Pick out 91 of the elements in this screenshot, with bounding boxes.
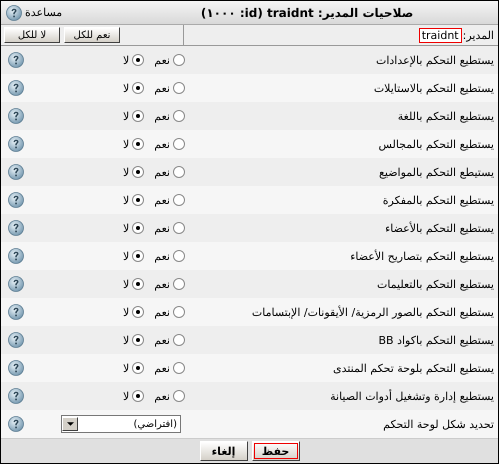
permission-label: يستطيع التحكم بالمفكرة [382,194,495,206]
set-all-button[interactable]: لا للكل [4,27,60,43]
radio-button[interactable] [132,138,144,150]
radio-button[interactable] [132,334,144,346]
radio-button[interactable] [132,194,144,206]
radio-button[interactable] [173,194,185,206]
help-icon[interactable] [8,332,24,348]
help-icon[interactable] [8,136,24,152]
option-label: لا [123,54,130,66]
radio-button[interactable] [173,222,185,234]
help-icon[interactable] [8,164,24,180]
help-icon[interactable] [8,80,24,96]
option-label: لا [123,278,130,290]
radio-button[interactable] [132,250,144,262]
permission-label: يستطيع إدارة وتشغيل أدوات الصيانة [329,390,495,402]
help-icon[interactable] [6,4,22,20]
option-label: نعم [154,110,170,122]
option-label: نعم [154,222,170,234]
radio-button[interactable] [173,390,185,402]
option-label: نعم [154,390,170,402]
option-label: لا [123,390,130,402]
option-label: لا [123,166,130,178]
window-title: صلاحيات المدير: traidnt (id: ١٠٠٠) [200,6,414,20]
permission-label: يستطيع التحكم باكواد BB [378,334,495,346]
permission-label: يستطيع التحكم باللغة [396,110,495,122]
option-label: لا [123,194,130,206]
radio-button[interactable] [173,54,185,66]
permission-label: يستطيع التحكم بلوحة تحكم المنتدى [332,362,495,374]
radio-button[interactable] [132,222,144,234]
option-label: نعم [154,54,170,66]
permission-label: يستطيع التحكم بتصاريح الأعضاء [349,250,495,262]
help-link[interactable]: مساعدة [25,6,62,19]
help-icon[interactable] [8,276,24,292]
permission-label: يستيطع التحكم بالمواضيع [378,166,495,178]
option-label: نعم [154,362,170,374]
option-label: لا [123,334,130,346]
caret-icon [66,422,74,426]
permission-label: تحديد شكل لوحة التحكم [382,418,495,430]
radio-button[interactable] [173,278,185,290]
radio-button[interactable] [173,82,185,94]
radio-button[interactable] [173,250,185,262]
permission-label: يستطيع التحكم بالصور الرمزية/ الأيقونات/ الإبتسامات [250,306,495,318]
option-label: نعم [154,82,170,94]
radio-button[interactable] [132,362,144,374]
save-button[interactable]: حفظ [252,441,300,461]
help-icon[interactable] [8,52,24,68]
option-label: لا [123,138,130,150]
radio-button[interactable] [132,166,144,178]
cancel-button[interactable]: إلغاء [200,441,248,461]
option-label: لا [123,306,130,318]
option-label: لا [123,362,130,374]
permission-label: يستطيع التحكم بالمجالس [377,138,495,150]
radio-button[interactable] [132,306,144,318]
radio-button[interactable] [173,362,185,374]
radio-button[interactable] [173,110,185,122]
radio-button[interactable] [132,54,144,66]
option-label: نعم [154,306,170,318]
permission-label: يستطيع التحكم بالتعليمات [376,278,495,290]
help-icon[interactable] [8,108,24,124]
set-all-button[interactable]: نعم للكل [64,27,120,43]
radio-button[interactable] [173,166,185,178]
help-icon[interactable] [8,192,24,208]
option-label: نعم [154,138,170,150]
permission-label: يستطيع التحكم بالإعدادات [375,54,495,66]
radio-button[interactable] [173,306,185,318]
help-icon[interactable] [8,416,24,432]
help-icon[interactable] [8,304,24,320]
option-label: نعم [154,334,170,346]
radio-button[interactable] [173,334,185,346]
radio-button[interactable] [132,390,144,402]
permission-label: يستطيع التحكم بالأعضاء [384,222,495,234]
help-icon[interactable] [8,248,24,264]
admin-label: المدير: [462,28,494,42]
option-label: نعم [154,250,170,262]
radio-button[interactable] [132,278,144,290]
help-icon[interactable] [8,220,24,236]
option-label: لا [123,250,130,262]
permission-label: يستطيع التحكم بالاستايلات [372,82,495,94]
option-label: نعم [154,194,170,206]
help-icon[interactable] [8,360,24,376]
option-label: لا [123,222,130,234]
option-label: نعم [154,278,170,290]
style-dropdown[interactable]: (افتراضي) [61,415,181,433]
option-label: نعم [154,166,170,178]
help-icon[interactable] [8,388,24,404]
radio-button[interactable] [132,110,144,122]
option-label: لا [123,110,130,122]
option-label: لا [123,82,130,94]
radio-button[interactable] [132,82,144,94]
radio-button[interactable] [173,138,185,150]
admin-name: traidnt [418,28,462,42]
